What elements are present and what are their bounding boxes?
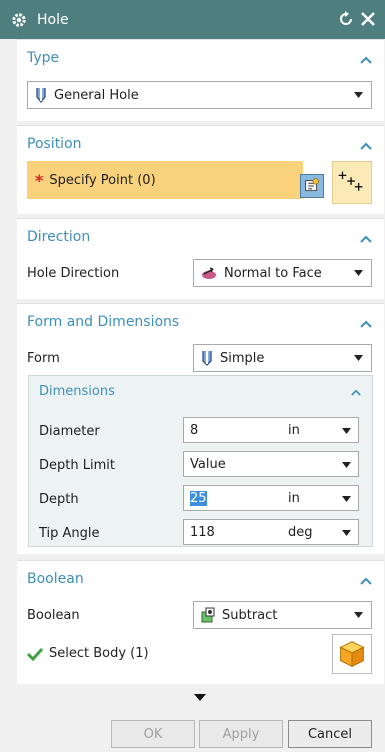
direction-header: Direction	[27, 229, 91, 245]
depth-value[interactable]: 25	[190, 490, 207, 506]
hole-direction-value: Normal to Face	[224, 265, 322, 281]
point-dialog-button[interactable]	[300, 174, 324, 198]
form-label: Form	[27, 351, 60, 366]
body-cube-icon	[339, 641, 365, 668]
position-section: Position * Specify Point (0)	[17, 125, 384, 214]
direction-section: Direction Hole Direction Normal to Face	[17, 218, 384, 299]
reset-icon[interactable]	[337, 10, 355, 28]
title-bar: Hole	[0, 0, 385, 39]
chevron-down-icon[interactable]	[342, 428, 351, 434]
boolean-header: Boolean	[27, 571, 84, 587]
hole-icon	[36, 88, 46, 103]
subtract-icon	[201, 607, 215, 623]
type-section: Type General Hole	[17, 39, 384, 121]
boolean-value: Subtract	[222, 607, 278, 623]
form-dimensions-header: Form and Dimensions	[27, 314, 180, 330]
hole-direction-dropdown[interactable]: Normal to Face	[193, 259, 372, 287]
depth-field[interactable]: 25 in	[183, 485, 359, 511]
tip-angle-label: Tip Angle	[39, 526, 100, 541]
chevron-up-icon[interactable]	[360, 320, 372, 328]
select-body-row[interactable]: Select Body (1)	[27, 646, 149, 661]
hole-direction-label: Hole Direction	[27, 266, 120, 281]
form-dropdown[interactable]: Simple	[193, 344, 372, 372]
position-header: Position	[27, 136, 82, 152]
tip-angle-value[interactable]: 118	[190, 525, 215, 540]
tip-angle-field[interactable]: 118 deg	[183, 519, 359, 545]
chevron-up-icon[interactable]	[360, 235, 372, 243]
depth-limit-value: Value	[190, 456, 226, 472]
chevron-up-icon[interactable]	[351, 389, 361, 396]
depth-label: Depth	[39, 492, 79, 507]
chevron-down-icon	[354, 612, 363, 618]
dimensions-header: Dimensions	[39, 384, 115, 399]
type-dropdown[interactable]: General Hole	[27, 81, 372, 109]
chevron-up-icon[interactable]	[360, 56, 372, 64]
expand-more-icon[interactable]	[194, 694, 206, 702]
diameter-value[interactable]: 8	[190, 423, 198, 438]
type-header: Type	[27, 50, 60, 66]
diameter-label: Diameter	[39, 424, 100, 439]
chevron-down-icon	[354, 270, 363, 276]
select-body-label: Select Body (1)	[49, 646, 149, 661]
window-title: Hole	[37, 11, 69, 28]
diameter-field[interactable]: 8 in	[183, 417, 359, 443]
chevron-down-icon[interactable]	[342, 530, 351, 536]
select-body-button[interactable]	[332, 634, 372, 674]
point-constructor-icon	[338, 171, 363, 191]
specify-point-label: Specify Point (0)	[49, 172, 156, 188]
diameter-unit: in	[288, 422, 300, 438]
gear-icon	[12, 12, 26, 27]
point-dialog-icon	[305, 178, 319, 192]
depth-limit-dropdown[interactable]: Value	[183, 451, 359, 477]
check-icon	[27, 647, 43, 661]
boolean-dropdown[interactable]: Subtract	[193, 601, 372, 629]
cancel-button[interactable]: Cancel	[288, 720, 372, 748]
chevron-down-icon	[354, 355, 363, 361]
simple-hole-icon	[202, 351, 212, 366]
chevron-up-icon[interactable]	[360, 142, 372, 150]
close-icon[interactable]	[358, 9, 378, 29]
boolean-section: Boolean Boolean Subtract Select Body (1)	[17, 560, 384, 684]
chevron-down-icon	[342, 462, 351, 468]
apply-button[interactable]: Apply	[199, 720, 283, 748]
type-value: General Hole	[54, 87, 139, 103]
dimensions-group: Dimensions Diameter 8 in Depth Limit Val…	[28, 375, 373, 547]
specify-point-row[interactable]: * Specify Point (0)	[27, 161, 303, 199]
chevron-down-icon	[354, 92, 363, 98]
ok-button[interactable]: OK	[111, 720, 195, 748]
tip-angle-unit: deg	[288, 524, 313, 540]
chevron-up-icon[interactable]	[360, 577, 372, 585]
normal-to-face-icon	[202, 267, 216, 279]
chevron-down-icon[interactable]	[342, 496, 351, 502]
required-star-icon: *	[35, 170, 44, 190]
form-dimensions-section: Form and Dimensions Form Simple Dimensio…	[17, 303, 384, 554]
depth-unit: in	[288, 490, 300, 506]
depth-limit-label: Depth Limit	[39, 458, 115, 473]
point-constructor-button[interactable]	[332, 161, 372, 204]
form-value: Simple	[220, 350, 265, 366]
boolean-label: Boolean	[27, 608, 80, 623]
